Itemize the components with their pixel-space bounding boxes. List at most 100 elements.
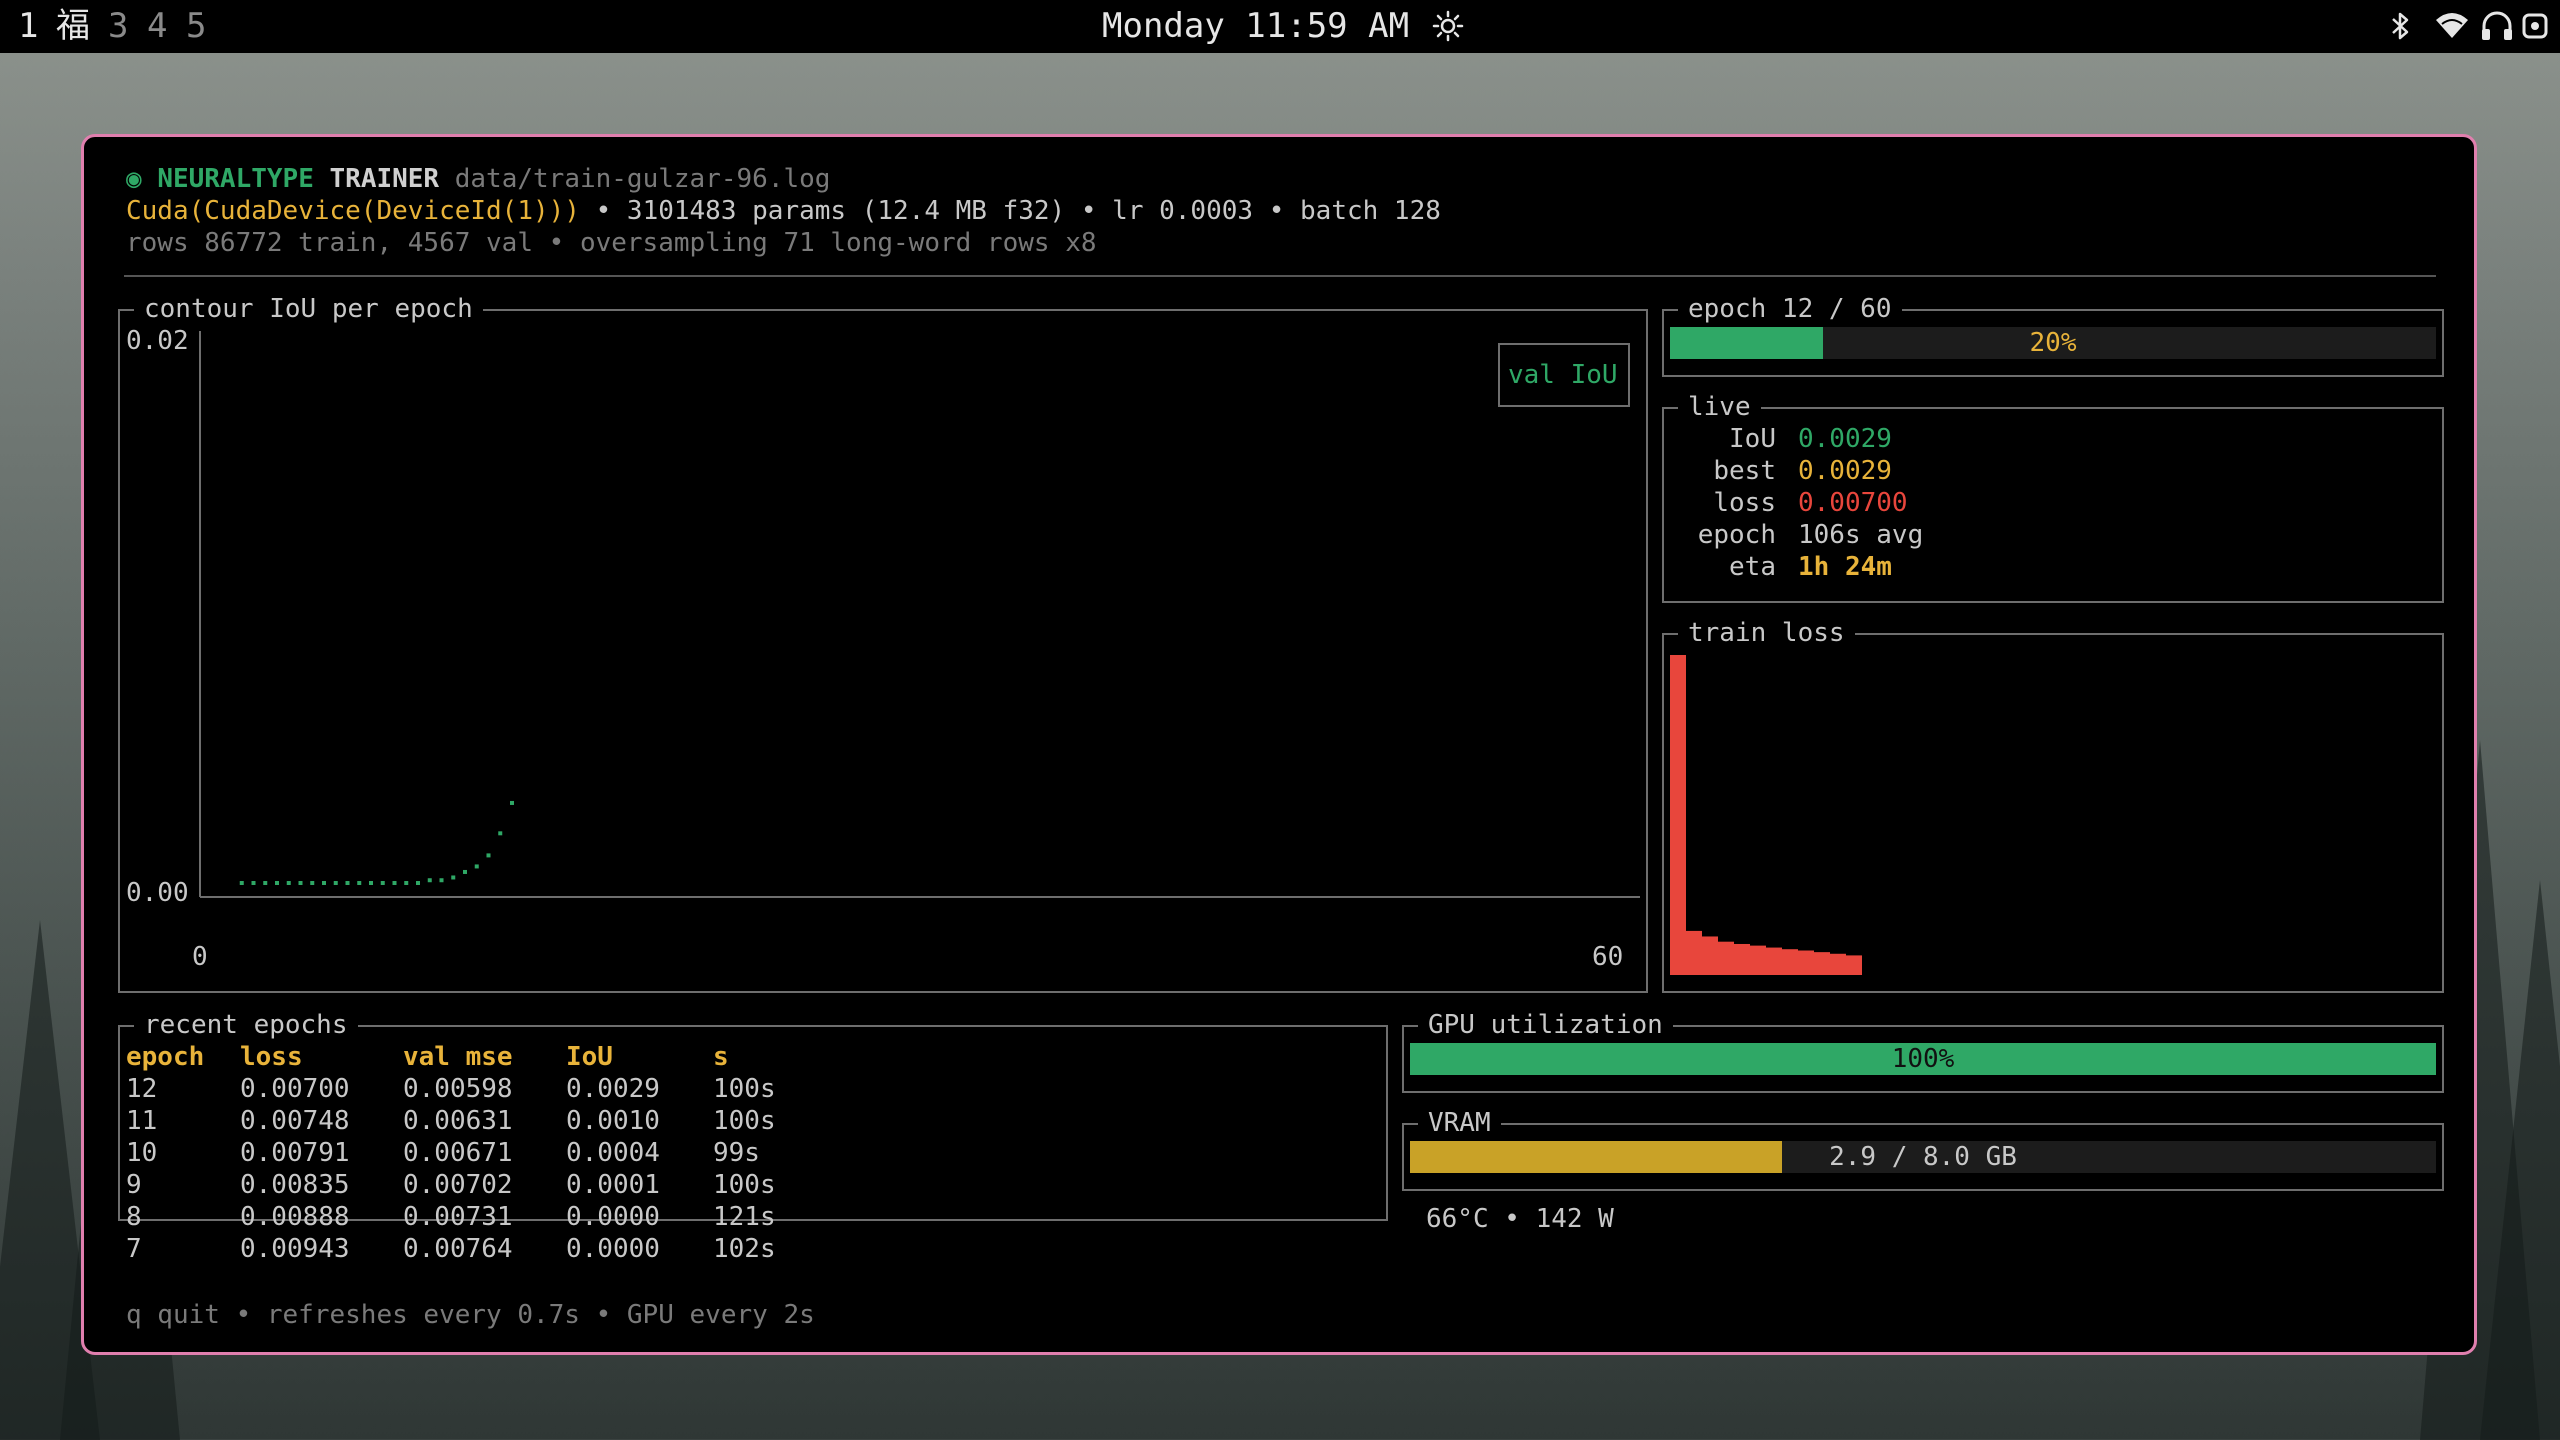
iou-point	[239, 881, 244, 885]
live-epoch-label: epoch	[1697, 520, 1776, 550]
iou-point	[298, 881, 303, 885]
workspace-2[interactable]: 福	[56, 6, 90, 46]
live-title: live	[1678, 391, 1761, 423]
cell-val-mse: 0.00764	[403, 1234, 513, 1264]
cell-loss: 0.00888	[240, 1202, 350, 1232]
iou-point	[369, 881, 373, 885]
live-loss-label: loss	[1713, 488, 1776, 518]
recent-epochs-panel: recent epochs epoch loss val mse IoU s 1…	[118, 1009, 1388, 1264]
header-divider	[124, 275, 2436, 277]
cell-loss: 0.00835	[240, 1170, 350, 1200]
y-min-label: 0.00	[126, 878, 189, 908]
col-iou: IoU	[566, 1042, 613, 1072]
live-iou-value: 0.0029	[1798, 424, 1892, 454]
headphones-icon[interactable]	[2480, 10, 2514, 42]
app-mode: TRAINER	[329, 164, 440, 194]
vram-title: VRAM	[1418, 1107, 1501, 1139]
gpu-stats: 66°C • 142 W	[1426, 1204, 1614, 1234]
cell-loss: 0.00791	[240, 1138, 350, 1168]
status-dot-icon: ◉	[126, 164, 158, 194]
iou-chart-panel: contour IoU per epoch 0.02 0.00 0 60 val…	[118, 293, 1648, 993]
cell-seconds: 99s	[713, 1138, 760, 1168]
cell-epoch: 12	[126, 1074, 158, 1104]
cell-seconds: 121s	[713, 1202, 776, 1232]
live-eta-label: eta	[1729, 552, 1776, 582]
iou-point	[451, 875, 456, 880]
footer-help: q quit • refreshes every 0.7s • GPU ever…	[126, 1300, 815, 1330]
iou-chart-title: contour IoU per epoch	[134, 293, 483, 325]
cell-val-mse: 0.00598	[403, 1074, 513, 1104]
iou-point	[263, 881, 268, 885]
col-loss: loss	[240, 1042, 303, 1072]
iou-point	[322, 881, 326, 885]
iou-point	[474, 864, 479, 869]
iou-point	[439, 878, 444, 883]
iou-plot	[199, 331, 1640, 898]
workspace-1[interactable]: 1	[18, 6, 38, 46]
col-epoch: epoch	[126, 1042, 205, 1072]
gpu-title: GPU utilization	[1418, 1009, 1673, 1041]
bluetooth-icon[interactable]	[2390, 10, 2412, 42]
cell-loss: 0.00943	[240, 1234, 350, 1264]
iou-point	[310, 881, 315, 885]
iou-point	[486, 853, 491, 858]
iou-point	[333, 881, 338, 885]
log-path: data/train-gulzar-96.log	[454, 164, 831, 194]
live-epoch-value: 106s avg	[1798, 520, 1924, 550]
cell-iou: 0.0000	[566, 1202, 660, 1232]
col-seconds: s	[713, 1042, 729, 1072]
vram-panel: VRAM 2.9 / 8.0 GB	[1402, 1107, 2444, 1191]
vram-bar: 2.9 / 8.0 GB	[1410, 1141, 2436, 1173]
params-info: • 3101483 params (12.4 MB f32) • lr 0.00…	[579, 196, 1441, 226]
cell-iou: 0.0004	[566, 1138, 660, 1168]
col-val-mse: val mse	[403, 1042, 513, 1072]
cell-seconds: 102s	[713, 1234, 776, 1264]
iou-point	[416, 881, 420, 885]
train-loss-panel: train loss	[1662, 617, 2444, 993]
workspace-3[interactable]: 3	[108, 6, 128, 46]
cell-iou: 0.0000	[566, 1234, 660, 1264]
wifi-icon[interactable]	[2434, 10, 2470, 42]
live-best-value: 0.0029	[1798, 456, 1892, 486]
cell-seconds: 100s	[713, 1170, 776, 1200]
cell-val-mse: 0.00702	[403, 1170, 513, 1200]
iou-point	[463, 869, 467, 874]
live-iou-label: IoU	[1729, 424, 1776, 454]
cell-loss: 0.00700	[240, 1074, 350, 1104]
live-eta-value: 1h 24m	[1798, 552, 1892, 582]
loss-bar	[1814, 952, 1830, 975]
device-name: Cuda(CudaDevice(DeviceId(1)))	[126, 196, 580, 226]
clock[interactable]: Monday 11:59 AM	[1102, 6, 1409, 46]
cell-seconds: 100s	[713, 1106, 776, 1136]
cell-loss: 0.00748	[240, 1106, 350, 1136]
workspace-5[interactable]: 5	[186, 6, 206, 46]
loss-bar	[1782, 949, 1798, 975]
app-name: NEURALTYPE	[157, 164, 314, 194]
terminal-window[interactable]: ◉ NEURALTYPE TRAINER data/train-gulzar-9…	[81, 134, 2477, 1355]
cell-val-mse: 0.00631	[403, 1106, 513, 1136]
epoch-progress-label: 20%	[2029, 328, 2077, 358]
cell-epoch: 8	[126, 1202, 142, 1232]
iou-point	[392, 881, 397, 885]
cell-epoch: 9	[126, 1170, 142, 1200]
device-line: Cuda(CudaDevice(DeviceId(1))) • 3101483 …	[126, 195, 1441, 227]
loss-bar	[1846, 955, 1862, 975]
loss-bar	[1798, 950, 1814, 975]
gpu-panel: GPU utilization 100%	[1402, 1009, 2444, 1093]
iou-point	[286, 881, 291, 885]
workspace-4[interactable]: 4	[147, 6, 167, 46]
header-line: ◉ NEURALTYPE TRAINER data/train-gulzar-9…	[126, 163, 830, 195]
recent-epochs-title: recent epochs	[134, 1009, 358, 1041]
settings-icon[interactable]	[2520, 10, 2550, 42]
cell-epoch: 10	[126, 1138, 158, 1168]
live-best-label: best	[1713, 456, 1776, 486]
loss-bar	[1830, 953, 1846, 975]
iou-point	[498, 831, 503, 836]
loss-bar	[1686, 930, 1702, 975]
cell-seconds: 100s	[713, 1074, 776, 1104]
cell-val-mse: 0.00671	[403, 1138, 513, 1168]
cell-epoch: 11	[126, 1106, 158, 1136]
y-max-label: 0.02	[126, 326, 189, 356]
sun-icon[interactable]	[1432, 10, 1464, 42]
live-panel: live IoU 0.0029 best 0.0029 loss 0.00700…	[1662, 391, 2444, 603]
